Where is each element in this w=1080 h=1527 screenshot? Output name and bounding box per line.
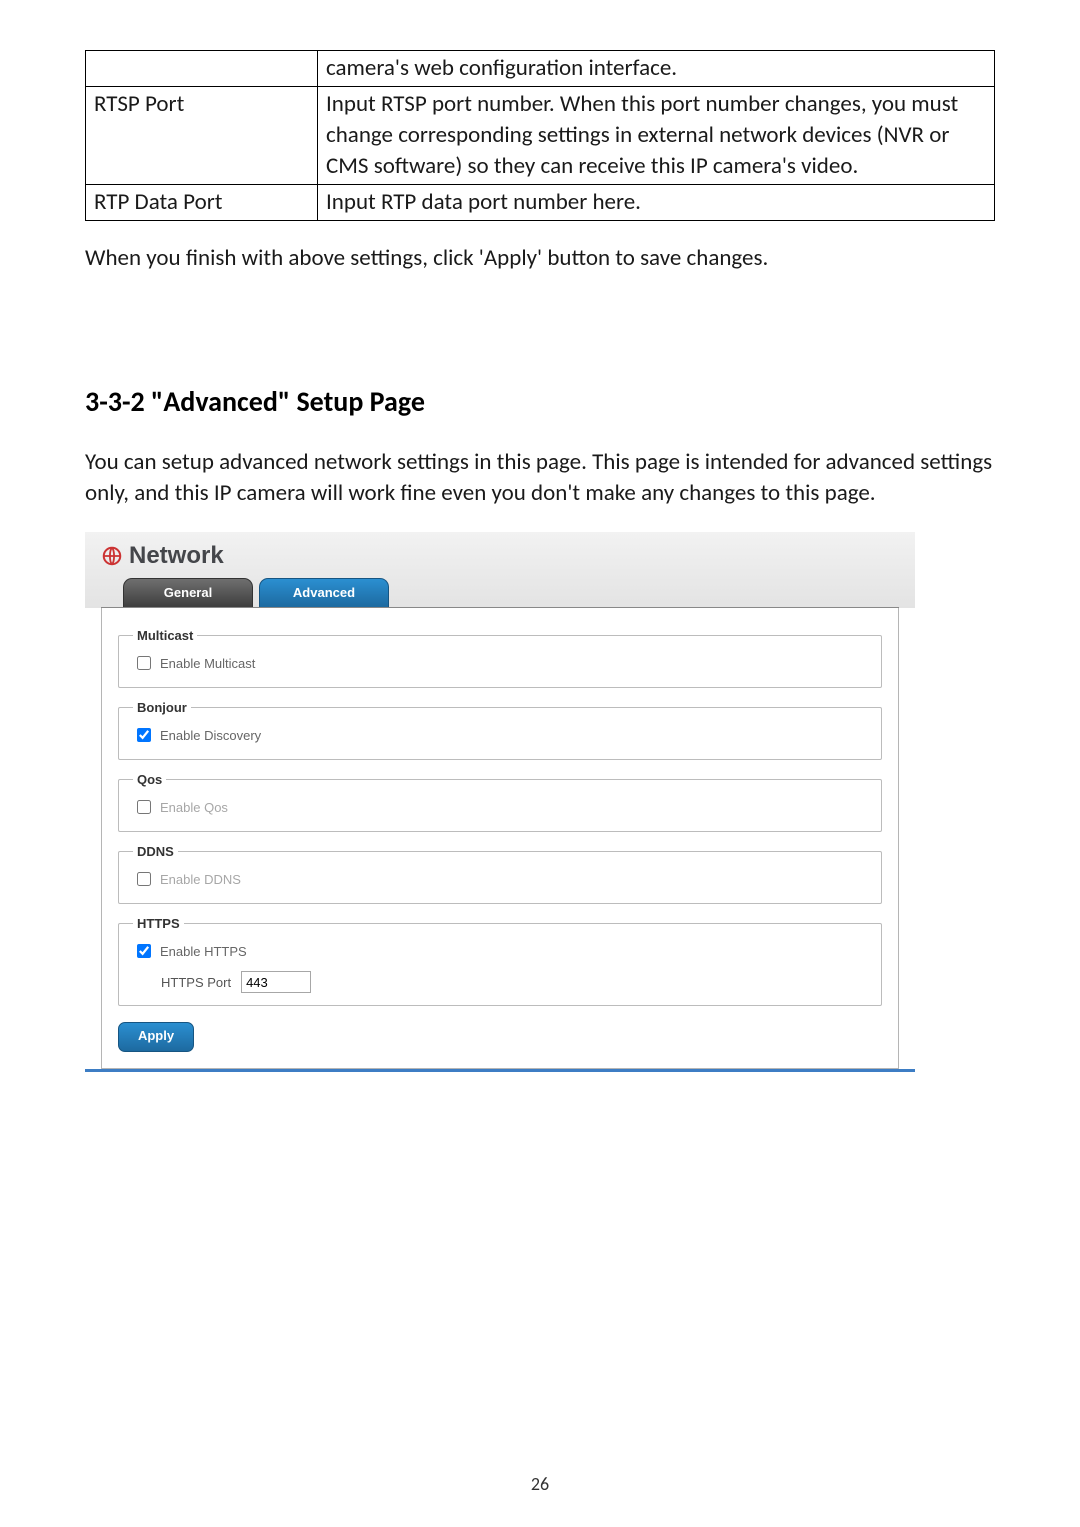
cell-left (86, 51, 318, 87)
tab-advanced[interactable]: Advanced (259, 578, 389, 607)
network-icon (101, 545, 123, 567)
group-legend: HTTPS (133, 916, 184, 931)
tab-general[interactable]: General (123, 578, 253, 607)
enable-https-checkbox[interactable] (137, 944, 151, 958)
group-bonjour: Bonjour Enable Discovery (118, 700, 882, 760)
enable-discovery-checkbox[interactable] (137, 728, 151, 742)
enable-multicast-checkbox[interactable] (137, 656, 151, 670)
cell-right: camera's web configuration interface. (318, 51, 995, 87)
group-legend: DDNS (133, 844, 178, 859)
enable-discovery-label[interactable]: Enable Discovery (133, 725, 261, 745)
table-row: RTSP Port Input RTSP port number. When t… (86, 87, 995, 185)
enable-ddns-label[interactable]: Enable DDNS (133, 869, 241, 889)
section-heading: 3-3-2 "Advanced" Setup Page (85, 384, 995, 419)
page-title-text: Network (129, 542, 224, 570)
tabs: General Advanced (101, 578, 899, 607)
group-multicast: Multicast Enable Multicast (118, 628, 882, 688)
cell-right: Input RTP data port number here. (318, 185, 995, 221)
group-ddns: DDNS Enable DDNS (118, 844, 882, 904)
advanced-panel: Multicast Enable Multicast Bonjour Enabl… (101, 608, 899, 1069)
enable-https-text: Enable HTTPS (160, 944, 247, 959)
cell-left: RTP Data Port (86, 185, 318, 221)
enable-qos-checkbox[interactable] (137, 800, 151, 814)
enable-ddns-checkbox[interactable] (137, 872, 151, 886)
cell-right: Input RTSP port number. When this port n… (318, 87, 995, 185)
enable-discovery-text: Enable Discovery (160, 728, 261, 743)
group-legend: Qos (133, 772, 166, 787)
section-intro: You can setup advanced network settings … (85, 447, 995, 509)
group-https: HTTPS Enable HTTPS HTTPS Port (118, 916, 882, 1006)
enable-multicast-label[interactable]: Enable Multicast (133, 653, 255, 673)
enable-https-label[interactable]: Enable HTTPS (133, 941, 247, 961)
spec-table: camera's web configuration interface. RT… (85, 50, 995, 221)
group-qos: Qos Enable Qos (118, 772, 882, 832)
https-port-row: HTTPS Port (133, 971, 867, 993)
enable-qos-label[interactable]: Enable Qos (133, 797, 228, 817)
https-port-input[interactable] (241, 971, 311, 993)
table-row: camera's web configuration interface. (86, 51, 995, 87)
apply-button[interactable]: Apply (118, 1022, 194, 1052)
page-title: Network (101, 542, 899, 578)
cell-left: RTSP Port (86, 87, 318, 185)
network-advanced-screenshot: Network General Advanced Multicast Enabl… (85, 532, 915, 1072)
apply-note: When you finish with above settings, cli… (85, 243, 995, 274)
group-legend: Multicast (133, 628, 197, 643)
page-number: 26 (0, 1473, 1080, 1495)
https-port-label: HTTPS Port (161, 975, 231, 990)
enable-multicast-text: Enable Multicast (160, 656, 255, 671)
group-legend: Bonjour (133, 700, 191, 715)
enable-ddns-text: Enable DDNS (160, 872, 241, 887)
table-row: RTP Data Port Input RTP data port number… (86, 185, 995, 221)
screenshot-header: Network General Advanced (85, 532, 915, 608)
enable-qos-text: Enable Qos (160, 800, 228, 815)
